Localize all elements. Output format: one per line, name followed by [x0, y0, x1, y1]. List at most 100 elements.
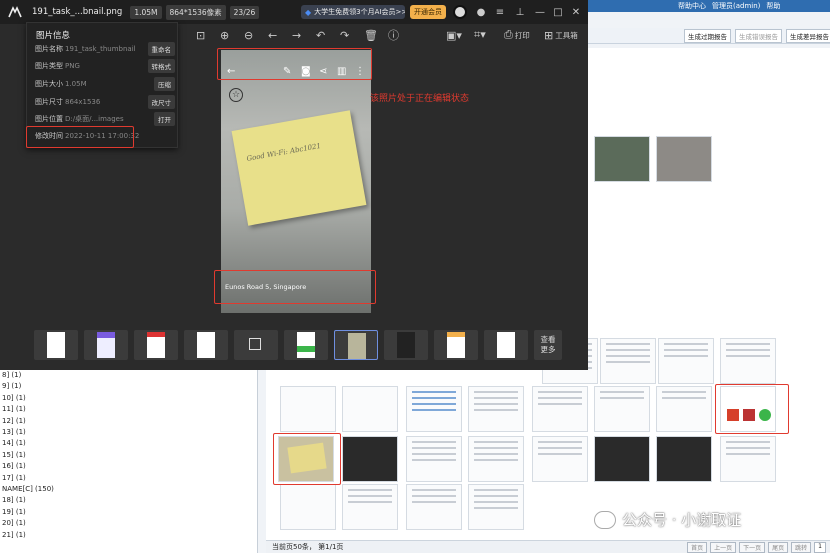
file-size-badge: 1.05M	[130, 5, 162, 19]
gallery-thumb[interactable]	[594, 436, 650, 482]
page-number-input[interactable]: 1	[814, 541, 826, 553]
rename-button[interactable]: 重命名	[147, 42, 175, 56]
toolbox-icon: ⊞	[544, 28, 554, 42]
pin-icon[interactable]: ⊥	[512, 4, 528, 20]
filmstrip-thumb[interactable]	[284, 330, 328, 360]
status-bar: 当前页50条， 第1/1页 首页 上一页 下一页 尾页 跳转 1	[266, 540, 830, 553]
jump-button[interactable]: 跳转	[791, 541, 812, 553]
gallery-thumb[interactable]	[532, 386, 588, 432]
edit-image-icon[interactable]: ▣▾	[446, 27, 462, 43]
info-row-type: 图片类型 PNG 转格式	[35, 58, 175, 74]
info-panel-title: 图片信息	[36, 31, 71, 41]
gallery-thumb[interactable]	[468, 386, 524, 432]
vip-button[interactable]: 开通会员	[410, 5, 446, 19]
user-menu[interactable]: 管理员(admin)	[712, 1, 760, 11]
list-item[interactable]: 15] (1)	[0, 450, 257, 461]
theme-icon[interactable]: ●	[473, 4, 489, 20]
list-item[interactable]: 17] (1)	[0, 473, 257, 484]
gallery-thumb[interactable]	[720, 436, 776, 482]
open-folder-button[interactable]: 打开	[154, 112, 175, 126]
gallery-thumb[interactable]	[342, 484, 398, 530]
error-report-button[interactable]: 生成错误报告	[735, 28, 782, 43]
image-viewer-window: 191_task_...bnail.png 1.05M 864*1536像素 2…	[0, 0, 588, 370]
last-page-button[interactable]: 尾页	[768, 541, 789, 553]
gallery-thumb[interactable]	[656, 136, 712, 182]
menu-icon[interactable]: ≡	[492, 4, 508, 20]
minimize-icon[interactable]: —	[532, 4, 548, 20]
filmstrip-thumb[interactable]	[34, 330, 78, 360]
avatar[interactable]	[453, 5, 467, 19]
filmstrip-thumb[interactable]	[234, 330, 278, 360]
filmstrip-thumb[interactable]	[184, 330, 228, 360]
gallery-thumb[interactable]	[342, 436, 398, 482]
gallery-thumb[interactable]	[406, 386, 462, 432]
list-item[interactable]: 21] (1)	[0, 530, 257, 541]
list-item[interactable]: 16] (1)	[0, 461, 257, 472]
gallery-thumb[interactable]	[594, 386, 650, 432]
expired-report-button[interactable]: 生成过期报告	[684, 28, 731, 43]
gallery-thumb[interactable]	[656, 436, 712, 482]
gallery-thumb[interactable]	[594, 136, 650, 182]
print-button[interactable]: ⎙ 打印	[504, 27, 530, 43]
info-value: 191_task_thumbnail	[65, 45, 136, 53]
crop-icon[interactable]: ⌗▾	[474, 27, 486, 43]
compress-button[interactable]: 压缩	[154, 77, 175, 91]
list-item[interactable]: 20] (1)	[0, 518, 257, 529]
promo-banner[interactable]: ◆ 大学生免费领3个月AI会员>>	[301, 5, 405, 19]
gallery-thumb[interactable]	[342, 386, 398, 432]
next-arrow-icon[interactable]: →	[292, 27, 301, 43]
maximize-icon[interactable]: □	[550, 4, 566, 20]
filmstrip-thumb[interactable]	[384, 330, 428, 360]
first-page-button[interactable]: 首页	[687, 541, 708, 553]
prev-page-button[interactable]: 上一页	[710, 541, 737, 553]
highlight-box-gallery-right	[715, 384, 789, 434]
bg-report-toolbar: 生成过期报告 生成错误报告 生成差异报告	[588, 28, 830, 44]
fit-icon[interactable]: ⊡	[196, 27, 205, 43]
gallery-thumb[interactable]	[468, 484, 524, 530]
list-item[interactable]: 8] (1)	[0, 370, 257, 381]
zoom-out-icon[interactable]: ⊖	[244, 27, 253, 43]
filmstrip-thumb[interactable]	[134, 330, 178, 360]
list-item[interactable]: 11] (1)	[0, 404, 257, 415]
list-item[interactable]: 13] (1)	[0, 427, 257, 438]
close-icon[interactable]: ✕	[568, 4, 584, 20]
next-page-button[interactable]: 下一页	[739, 541, 766, 553]
gallery-thumb[interactable]	[280, 484, 336, 530]
toolbox-button[interactable]: ⊞ 工具箱	[544, 27, 578, 43]
rotate-left-icon[interactable]: ↶	[316, 27, 325, 43]
gallery-thumb[interactable]	[280, 386, 336, 432]
list-item[interactable]: 9] (1)	[0, 381, 257, 392]
view-more-label-1: 查看	[540, 335, 556, 344]
list-item[interactable]: 12] (1)	[0, 416, 257, 427]
previous-arrow-icon[interactable]: ←	[268, 27, 277, 43]
delete-icon[interactable]: 🗑	[364, 27, 378, 43]
help-center-link[interactable]: 帮助中心	[678, 1, 706, 11]
convert-format-button[interactable]: 转格式	[147, 59, 175, 73]
zoom-in-icon[interactable]: ⊕	[220, 27, 229, 43]
gallery-thumb[interactable]	[720, 338, 776, 384]
diff-report-button[interactable]: 生成差异报告	[786, 28, 830, 43]
list-item[interactable]: 19] (1)	[0, 507, 257, 518]
info-icon[interactable]: ⓘ	[388, 27, 399, 43]
list-item[interactable]: 10] (1)	[0, 393, 257, 404]
gallery-thumb[interactable]	[468, 436, 524, 482]
resize-button[interactable]: 改尺寸	[147, 95, 175, 109]
gallery-thumb[interactable]	[406, 436, 462, 482]
list-item[interactable]: 14] (1)	[0, 438, 257, 449]
star-icon[interactable]: ☆	[229, 88, 243, 102]
list-item[interactable]: NAME[C] (150)	[0, 484, 257, 495]
list-item[interactable]: 18] (1)	[0, 495, 257, 506]
filmstrip-thumb[interactable]	[434, 330, 478, 360]
gallery-thumb[interactable]	[656, 386, 712, 432]
help-menu[interactable]: 帮助	[766, 1, 780, 11]
gallery-thumb[interactable]	[658, 338, 714, 384]
view-more-button[interactable]: 查看 更多	[534, 330, 562, 360]
gallery-thumb[interactable]	[532, 436, 588, 482]
gallery-thumb[interactable]	[600, 338, 656, 384]
gallery-thumb[interactable]	[406, 484, 462, 530]
filmstrip-thumb[interactable]	[84, 330, 128, 360]
filmstrip-thumb[interactable]	[484, 330, 528, 360]
rotate-right-icon[interactable]: ↷	[340, 27, 349, 43]
watermark-text: 公众号 · 小谢取证	[622, 511, 742, 529]
filmstrip-thumb-selected[interactable]	[334, 330, 378, 360]
